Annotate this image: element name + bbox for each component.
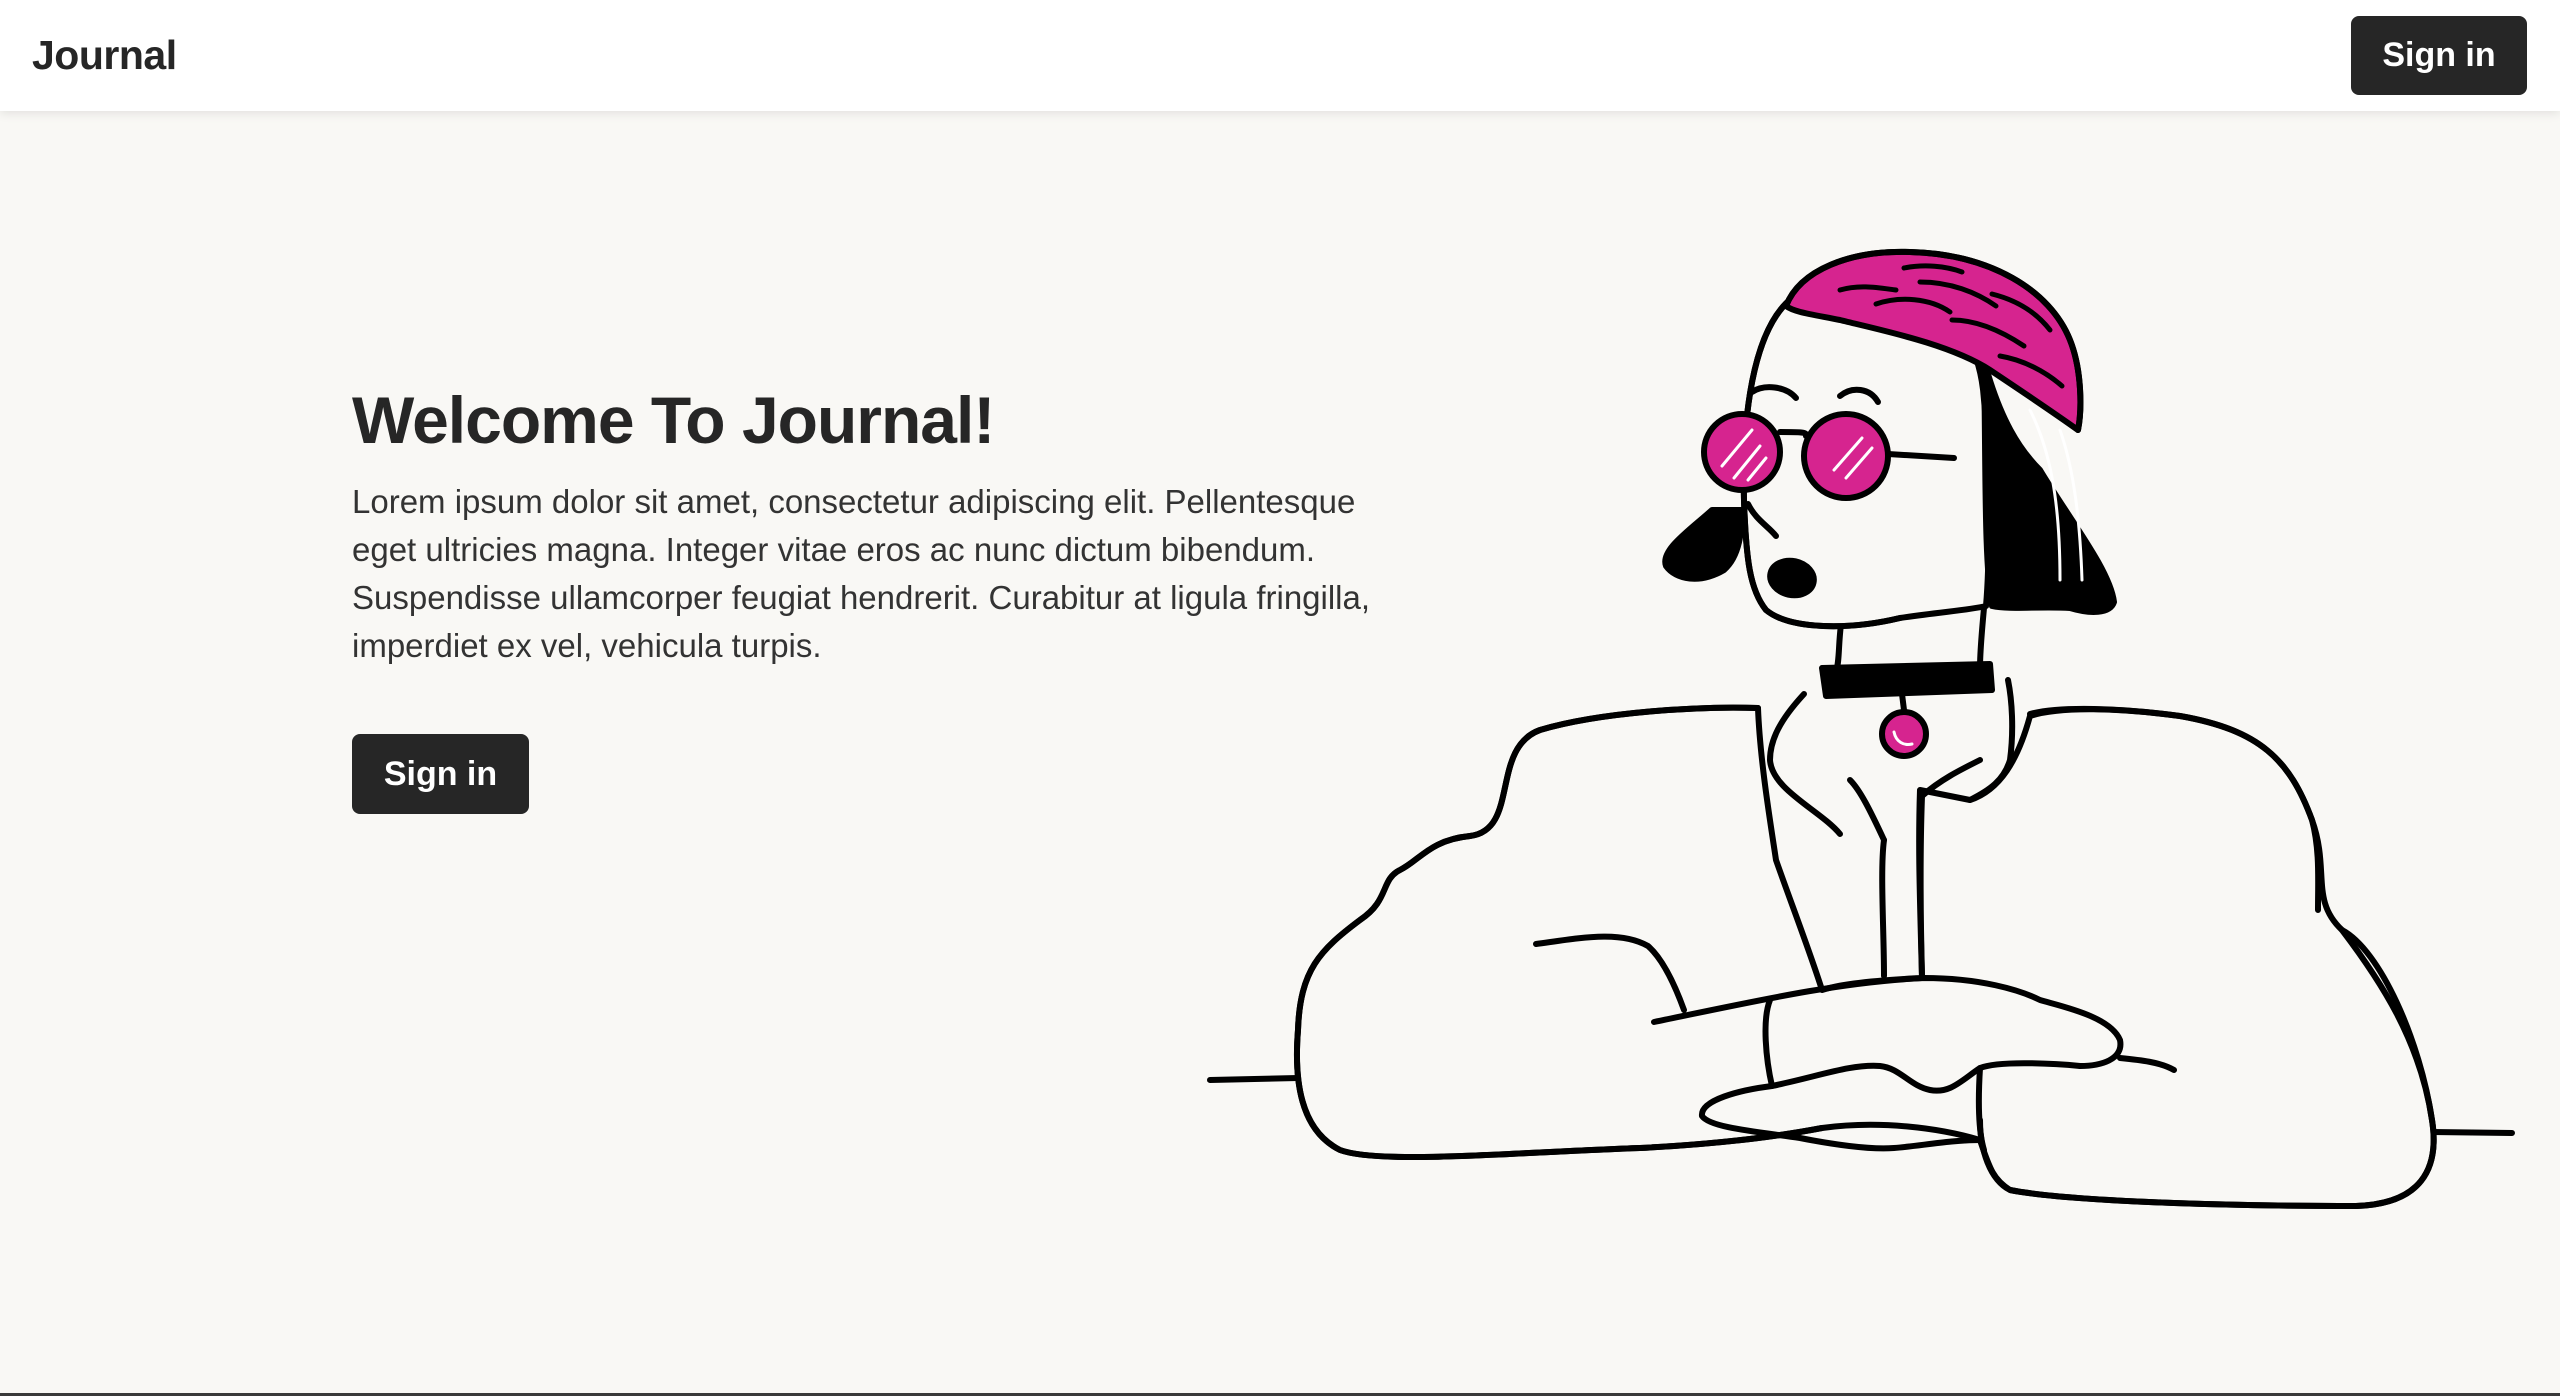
neck-and-choker — [1819, 605, 1995, 759]
top-navigation-bar: Journal Sign in — [0, 0, 2560, 111]
hero-sign-in-button[interactable]: Sign in — [352, 734, 529, 814]
header-sign-in-button[interactable]: Sign in — [2351, 16, 2527, 95]
woman-with-sunglasses-illustration — [1207, 248, 2515, 1209]
sweater-shape — [1293, 704, 2437, 1209]
brand-logo-text[interactable]: Journal — [32, 30, 177, 80]
